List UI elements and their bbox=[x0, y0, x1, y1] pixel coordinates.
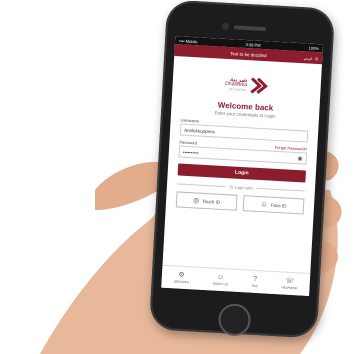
face-id-label: Face ID bbox=[270, 202, 287, 209]
clock-label: 3:38 PM bbox=[245, 41, 261, 48]
username-label: Username bbox=[180, 117, 200, 124]
phone-device: •••• Mobile 3:38 PM 100% Text to be deci… bbox=[148, 0, 336, 339]
earpiece bbox=[233, 25, 266, 32]
tab-services[interactable]: ⚙ SERVICES bbox=[173, 271, 189, 285]
photo-scene: •••• Mobile 3:38 PM 100% Text to be deci… bbox=[0, 0, 363, 354]
phone-screen: •••• Mobile 3:38 PM 100% Text to be deci… bbox=[161, 36, 324, 296]
front-camera bbox=[221, 22, 230, 31]
divider-line-right bbox=[255, 188, 305, 192]
logo-chevron-icon bbox=[250, 77, 269, 94]
tab-helpdesk-label: HELPDESK bbox=[281, 285, 298, 291]
password-value: •••••••••• bbox=[182, 149, 199, 156]
tab-services-label: SERVICES bbox=[173, 279, 189, 285]
fingerprint-icon: ◎ bbox=[193, 197, 200, 205]
headset-icon: ☏ bbox=[285, 277, 295, 286]
tab-faq-label: FAQ bbox=[251, 283, 258, 289]
eye-icon[interactable]: ◉ bbox=[297, 155, 303, 162]
tab-about-label: ABOUT US bbox=[212, 281, 228, 287]
app-logo: ضريبة Dhareeba TAX PORTAL bbox=[214, 72, 279, 98]
info-icon: ☺ bbox=[216, 273, 225, 282]
touch-id-button[interactable]: ◎ Touch ID bbox=[175, 191, 238, 211]
divider-line-left bbox=[177, 183, 227, 187]
face-id-icon: ☺ bbox=[260, 200, 268, 208]
language-toggle[interactable]: عربي ◎ bbox=[304, 55, 319, 61]
gear-icon: ⚙ bbox=[178, 271, 185, 279]
home-button[interactable] bbox=[217, 302, 252, 337]
username-value: Annlekkuppens bbox=[183, 127, 215, 134]
tab-about-us[interactable]: ☺ ABOUT US bbox=[212, 274, 228, 287]
language-label: عربي bbox=[303, 54, 313, 61]
touch-id-label: Touch ID bbox=[202, 198, 221, 205]
header-title: Text to be decided bbox=[230, 50, 267, 58]
faq-icon: ? bbox=[252, 275, 258, 284]
biometric-options: ◎ Touch ID ☺ Face ID bbox=[175, 191, 305, 215]
login-button[interactable]: Login bbox=[177, 163, 307, 183]
or-login-label: Or Login with bbox=[229, 184, 253, 191]
face-id-button[interactable]: ☺ Face ID bbox=[242, 195, 305, 215]
tab-helpdesk[interactable]: ☏ HELPDESK bbox=[281, 277, 298, 291]
password-label: Password bbox=[179, 139, 198, 146]
battery-label: 100% bbox=[308, 45, 319, 51]
bottom-tab-bar: ⚙ SERVICES ☺ ABOUT US ? FAQ ☏ HELPDESK bbox=[161, 264, 311, 296]
logo-text: ضريبة Dhareeba TAX PORTAL bbox=[225, 75, 248, 92]
logo-tagline: TAX PORTAL bbox=[228, 86, 248, 92]
tab-faq[interactable]: ? FAQ bbox=[252, 276, 259, 288]
carrier-label: •••• Mobile bbox=[178, 37, 198, 44]
globe-icon: ◎ bbox=[314, 55, 319, 61]
